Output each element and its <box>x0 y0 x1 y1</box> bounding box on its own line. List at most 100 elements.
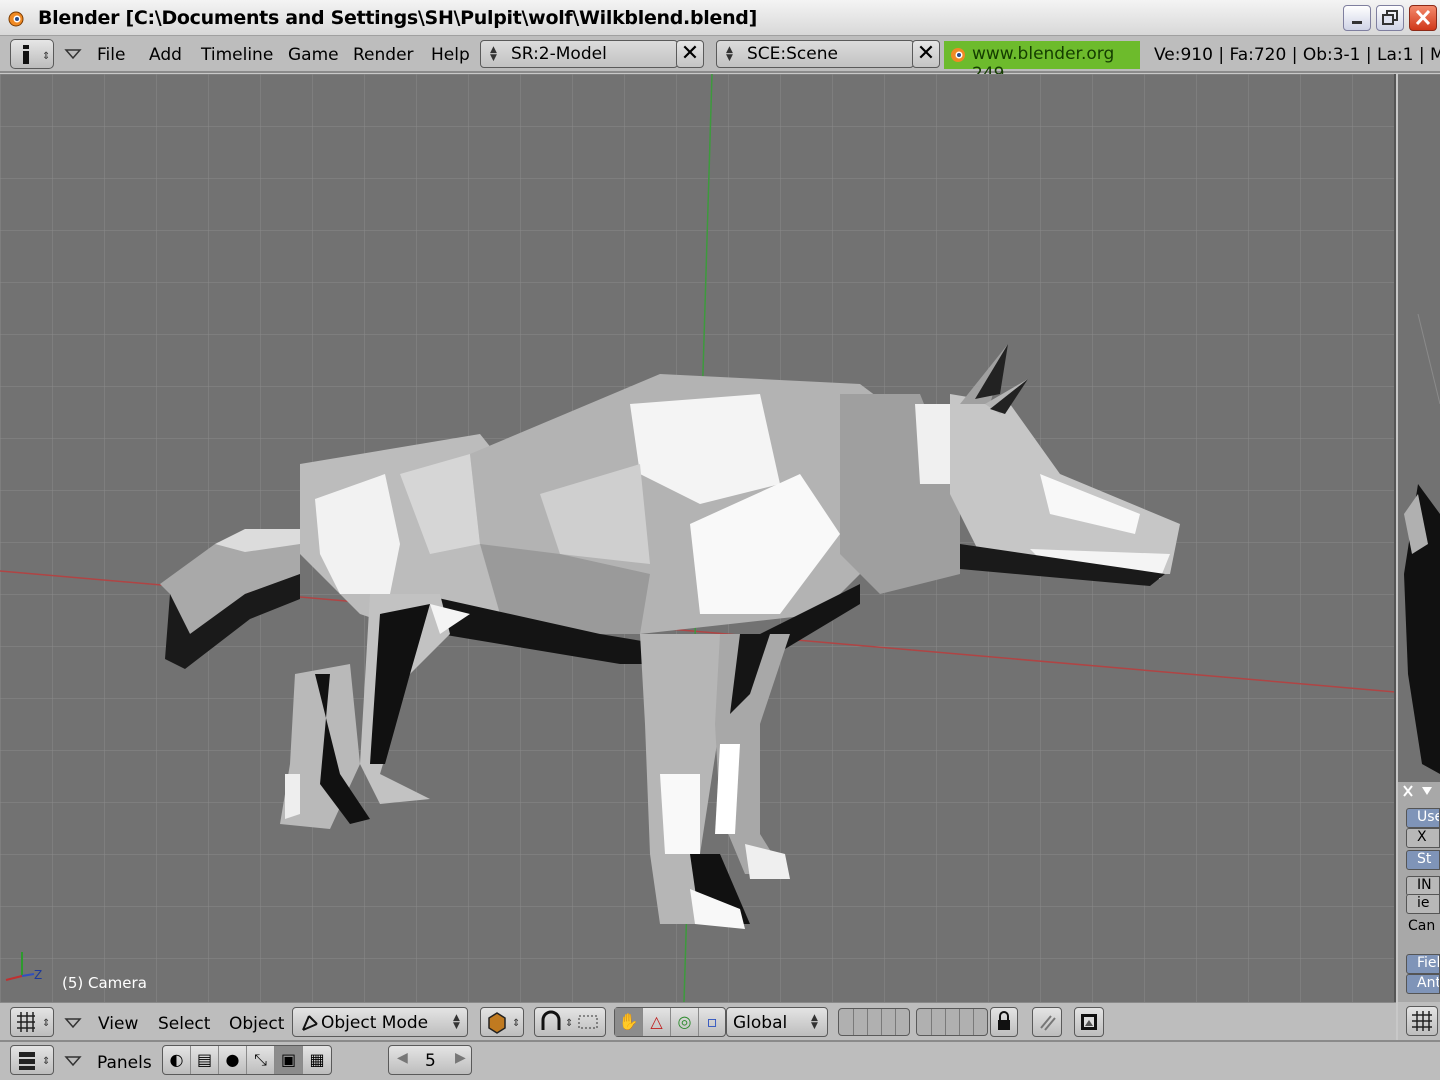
svg-text:⇕: ⇕ <box>565 1018 573 1029</box>
close-window-button[interactable] <box>1409 5 1437 31</box>
close-icon <box>1415 9 1431 26</box>
hand-icon[interactable]: ✋ <box>615 1008 643 1036</box>
grid-view-icon <box>1412 1011 1432 1031</box>
minimize-button[interactable] <box>1343 5 1371 31</box>
secondary-viewport-canvas <box>1398 74 1440 784</box>
scene-name: SCE:Scene <box>747 44 838 64</box>
frame-decrement-icon[interactable]: ◀ <box>397 1050 408 1066</box>
updown-arrows-icon: ▲ ▼ <box>453 1013 460 1031</box>
scale-icon[interactable]: ▫ <box>699 1008 725 1036</box>
collapse-menu-icon[interactable] <box>64 1017 82 1029</box>
frame-number-field[interactable]: ◀ 5 ▶ <box>388 1045 472 1075</box>
script-context-icon[interactable]: ▤ <box>191 1046 219 1074</box>
secondary-editor-type-button[interactable] <box>1406 1006 1438 1036</box>
panel-item-anti[interactable]: Anti <box>1406 974 1440 994</box>
context-buttons[interactable]: ◐ ▤ ● ⤡ ▣ ▦ <box>162 1045 332 1075</box>
render-image-icon <box>1081 1014 1097 1030</box>
lock-layers-button[interactable] <box>990 1007 1018 1037</box>
editor-type-button[interactable]: ⇕ <box>10 1007 54 1037</box>
solid-shading-icon: ⇕ <box>488 1012 520 1034</box>
rotate-icon[interactable]: ◎ <box>671 1008 699 1036</box>
scene-context-icon[interactable]: ▦ <box>303 1046 331 1074</box>
object-mode-icon <box>302 1015 318 1031</box>
logic-context-icon[interactable]: ◐ <box>163 1046 191 1074</box>
frame-increment-icon[interactable]: ▶ <box>455 1050 466 1066</box>
collapse-menu-icon[interactable] <box>64 48 82 60</box>
svg-text:⇕: ⇕ <box>42 1056 50 1067</box>
menu-view[interactable]: View <box>98 1014 138 1034</box>
side-panel: Use X St IN ie Can Fiel Anti <box>1398 782 1440 1002</box>
scene-layers-11-20[interactable] <box>916 1008 988 1036</box>
blender-url-link[interactable]: www.blender.org 249 <box>944 41 1140 84</box>
orientation-selector[interactable]: Global ▲ ▼ <box>726 1007 828 1037</box>
panel-label-can: Can <box>1408 918 1436 934</box>
panel-item-x[interactable]: X <box>1406 828 1440 848</box>
editor-type-button[interactable]: ⇕ <box>10 1045 54 1075</box>
restore-button[interactable] <box>1376 5 1404 31</box>
mode-label: Object Mode <box>321 1013 429 1033</box>
panel-item-fiel[interactable]: Fiel <box>1406 954 1440 974</box>
delete-screen-button[interactable]: ✕ <box>676 40 704 68</box>
3d-view-header: ⇕ View Select Object Object Mode ▲ ▼ ⇕ ⇕ … <box>0 1002 1396 1040</box>
screen-selector[interactable]: ▲ ▼ SR:2-Model <box>480 40 678 68</box>
magnet-icon <box>1040 1015 1056 1031</box>
collapse-menu-icon[interactable] <box>64 1055 82 1067</box>
viewport-object-label: (5) Camera <box>62 974 147 992</box>
panel-item-ie[interactable]: ie <box>1406 894 1440 914</box>
draw-type-selector[interactable]: ⇕ <box>480 1007 524 1037</box>
restore-icon <box>1382 10 1398 25</box>
panel-item-in[interactable]: IN <box>1406 876 1440 896</box>
orientation-label: Global <box>733 1013 788 1033</box>
secondary-viewport[interactable] <box>1398 74 1440 784</box>
translate-icon[interactable]: △ <box>643 1008 671 1036</box>
menu-add[interactable]: Add <box>149 45 182 65</box>
lock-icon <box>998 1011 1010 1030</box>
window-title: Blender [C:\Documents and Settings\SH\Pu… <box>38 7 757 29</box>
panel-item-st[interactable]: St <box>1406 850 1440 870</box>
x-icon: ✕ <box>916 41 936 66</box>
blender-logo-icon <box>951 48 965 62</box>
manipulator-buttons[interactable]: ✋ △ ◎ ▫ <box>614 1007 726 1037</box>
svg-text:⇕: ⇕ <box>42 51 50 62</box>
svg-text:⇕: ⇕ <box>512 1018 520 1029</box>
info-icon: ⇕ <box>23 45 50 64</box>
buttons-window-header: ⇕ Panels ◐ ▤ ● ⤡ ▣ ▦ ◀ 5 ▶ <box>0 1040 1440 1080</box>
updown-arrows-icon: ▲ ▼ <box>726 45 733 63</box>
x-icon: ✕ <box>680 41 700 66</box>
scene-stats: Ve:910 | Fa:720 | Ob:3-1 | La:1 | M <box>1154 45 1440 65</box>
frame-value: 5 <box>425 1051 436 1071</box>
object-context-icon[interactable]: ⤡ <box>247 1046 275 1074</box>
delete-scene-button[interactable]: ✕ <box>912 40 940 68</box>
menu-object[interactable]: Object <box>229 1014 284 1034</box>
editor-type-button[interactable]: ⇕ <box>10 39 54 69</box>
viewport-canvas[interactable]: Z <box>0 74 1396 1002</box>
menu-help[interactable]: Help <box>431 45 470 65</box>
3d-viewport[interactable]: Z <box>0 74 1396 1002</box>
screen-name: SR:2-Model <box>511 44 607 64</box>
snap-button[interactable] <box>1032 1007 1062 1037</box>
pivot-selector[interactable]: ⇕ <box>534 1007 606 1037</box>
menu-file[interactable]: File <box>97 45 125 65</box>
grid-view-icon: ⇕ <box>17 1012 50 1032</box>
minimize-icon <box>1352 21 1362 24</box>
menu-render[interactable]: Render <box>353 45 414 65</box>
scene-selector[interactable]: ▲ ▼ SCE:Scene <box>716 40 914 68</box>
mode-selector[interactable]: Object Mode ▲ ▼ <box>292 1007 468 1037</box>
scene-layers-1-10[interactable] <box>838 1008 910 1036</box>
blender-logo-icon <box>8 11 24 27</box>
shading-context-icon[interactable]: ● <box>219 1046 247 1074</box>
menu-game[interactable]: Game <box>288 45 339 65</box>
menu-select[interactable]: Select <box>158 1014 210 1034</box>
menu-panels[interactable]: Panels <box>97 1053 152 1073</box>
window-titlebar: Blender [C:\Documents and Settings\SH\Pu… <box>0 0 1440 36</box>
updown-arrows-icon: ▲ ▼ <box>811 1013 818 1031</box>
panel-item-use[interactable]: Use <box>1406 808 1440 828</box>
buttons-window-icon: ⇕ <box>19 1052 50 1070</box>
svg-text:⇕: ⇕ <box>42 1018 50 1029</box>
secondary-view-header <box>1398 1002 1440 1040</box>
panel-close-icon[interactable] <box>1402 784 1438 798</box>
render-view-button[interactable] <box>1074 1007 1104 1037</box>
editing-context-icon[interactable]: ▣ <box>275 1046 303 1074</box>
axis-z-label: Z <box>34 968 42 982</box>
menu-timeline[interactable]: Timeline <box>201 45 273 65</box>
